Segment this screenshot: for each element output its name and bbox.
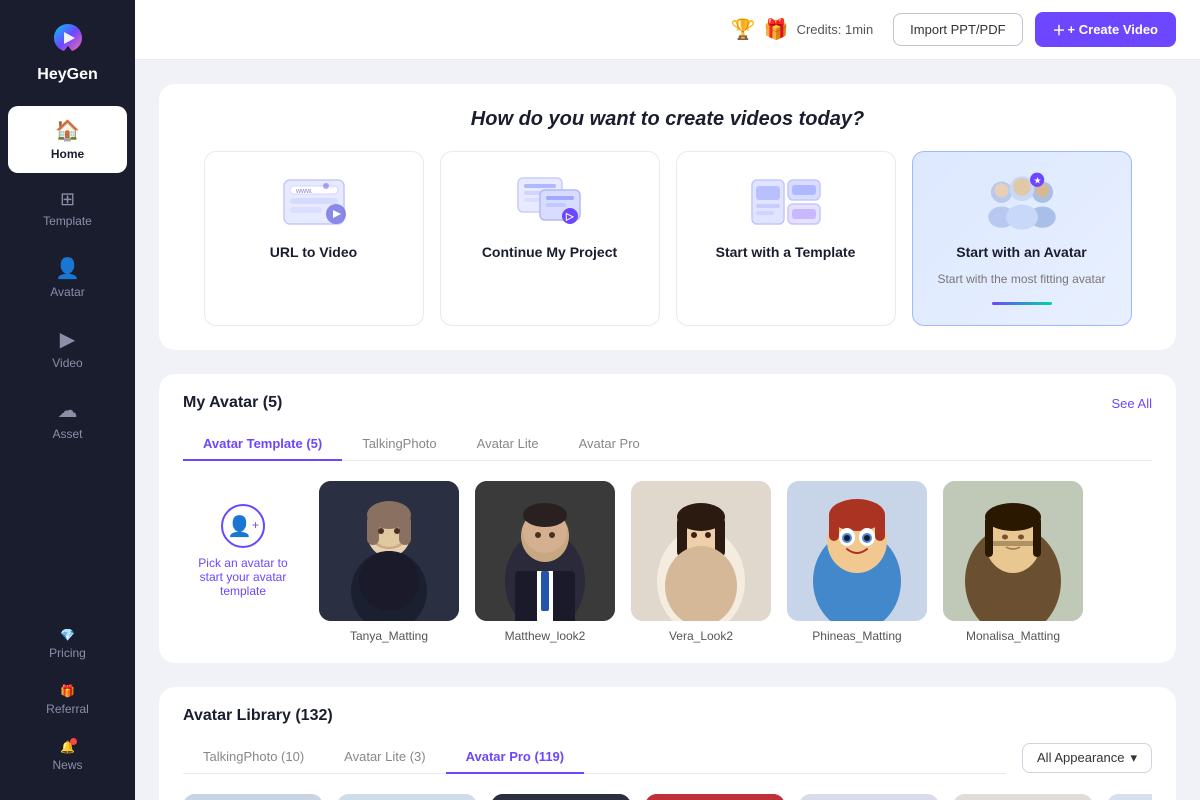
sidebar-item-avatar[interactable]: 👤 Avatar <box>8 244 127 311</box>
main-content: 🏆 🎁 Credits: 1min Import PPT/PDF ＋ + Cre… <box>135 0 1200 800</box>
avatar-phineas[interactable]: Phineas_Matting <box>787 481 927 643</box>
library-tabs-row: TalkingPhoto (10) Avatar Lite (3) Avatar… <box>183 741 1152 774</box>
sidebar-logo: HeyGen <box>37 16 97 84</box>
url-video-illustration: www. <box>274 172 354 232</box>
tab-avatar-pro[interactable]: Avatar Pro <box>559 428 660 461</box>
svg-text:www.: www. <box>295 188 313 195</box>
add-avatar-label: Pick an avatar to start your avatar temp… <box>191 556 295 598</box>
start-avatar-label: Start with an Avatar <box>956 244 1086 260</box>
my-avatar-header: My Avatar (5) See All <box>183 394 1152 412</box>
continue-project-option[interactable]: ▷ Continue My Project <box>440 151 660 326</box>
add-avatar-card[interactable]: 👤+ Pick an avatar to start your avatar t… <box>183 481 303 621</box>
avatar-library-header: Avatar Library (132) <box>183 707 1152 725</box>
avatar-tanya[interactable]: Tanya_Matting <box>319 481 459 643</box>
tab-avatar-template[interactable]: Avatar Template (5) <box>183 428 342 461</box>
gift-icon: 🎁 <box>764 17 789 42</box>
sidebar-item-video[interactable]: ▶ Video <box>8 315 127 382</box>
sidebar-item-referral[interactable]: 🎁 Referral <box>8 674 127 726</box>
trophy-icon: 🏆 <box>731 17 756 42</box>
avatar-monalisa-name: Monalisa_Matting <box>966 629 1060 643</box>
lib-avatar-2[interactable] <box>337 794 477 800</box>
continue-project-label: Continue My Project <box>482 244 617 260</box>
lib-tab-avatar-pro[interactable]: Avatar Pro (119) <box>446 741 585 774</box>
avatar-icon: 👤 <box>55 256 80 281</box>
lib-tab-talking-photo[interactable]: TalkingPhoto (10) <box>183 741 324 774</box>
content-area: How do you want to create videos today? … <box>135 60 1200 800</box>
credits-text: Credits: 1min <box>797 22 874 37</box>
avatar-library-section: Avatar Library (132) TalkingPhoto (10) A… <box>159 687 1176 800</box>
tab-talking-photo[interactable]: TalkingPhoto <box>342 428 456 461</box>
my-avatar-tabs: Avatar Template (5) TalkingPhoto Avatar … <box>183 428 1152 461</box>
sidebar-item-template[interactable]: ⊞ Template <box>8 177 127 240</box>
credits-area: 🏆 🎁 Credits: 1min <box>731 17 873 42</box>
lib-avatar-1[interactable] <box>183 794 323 800</box>
template-illustration <box>746 172 826 232</box>
news-icon: 🔔 <box>60 740 75 754</box>
video-icon: ▶ <box>60 327 75 352</box>
sidebar-item-home[interactable]: 🏠 Home <box>8 106 127 173</box>
library-avatar-grid <box>183 794 1152 800</box>
create-section: How do you want to create videos today? … <box>159 84 1176 350</box>
chevron-down-icon: ▾ <box>1130 750 1137 766</box>
home-icon: 🏠 <box>55 118 80 143</box>
create-section-title: How do you want to create videos today? <box>183 108 1152 131</box>
start-avatar-option[interactable]: ★ Start with an Avatar Start with the mo… <box>912 151 1132 326</box>
sidebar: HeyGen 🏠 Home ⊞ Template 👤 Avatar ▶ Vide… <box>0 0 135 800</box>
lib-avatar-4[interactable] <box>645 794 785 800</box>
avatar-phineas-name: Phineas_Matting <box>812 629 901 643</box>
lib-avatar-7[interactable] <box>1107 794 1152 800</box>
pricing-icon: 💎 <box>60 628 75 642</box>
lib-avatar-3[interactable] <box>491 794 631 800</box>
plus-icon: ＋ <box>1053 20 1066 39</box>
tab-avatar-lite[interactable]: Avatar Lite <box>457 428 559 461</box>
svg-text:▷: ▷ <box>565 212 575 223</box>
start-template-option[interactable]: Start with a Template <box>676 151 896 326</box>
library-tabs: TalkingPhoto (10) Avatar Lite (3) Avatar… <box>183 741 1006 774</box>
lib-tab-avatar-lite[interactable]: Avatar Lite (3) <box>324 741 445 774</box>
heygen-logo-icon <box>46 16 90 60</box>
avatar-tanya-name: Tanya_Matting <box>350 629 428 643</box>
sidebar-nav: 🏠 Home ⊞ Template 👤 Avatar ▶ Video ☁ Ass… <box>0 104 135 616</box>
import-button[interactable]: Import PPT/PDF <box>893 13 1022 46</box>
avatar-matthew-name: Matthew_look2 <box>505 629 586 643</box>
brand-name: HeyGen <box>37 66 97 84</box>
see-all-avatars[interactable]: See All <box>1112 396 1152 411</box>
asset-icon: ☁ <box>58 398 78 423</box>
avatar-option-underline <box>992 302 1052 305</box>
avatar-library-title: Avatar Library (132) <box>183 707 333 725</box>
my-avatar-title: My Avatar (5) <box>183 394 282 412</box>
avatar-group-illustration: ★ <box>982 172 1062 232</box>
create-video-button[interactable]: ＋ + Create Video <box>1035 12 1176 47</box>
avatar-tanya-img <box>319 481 459 621</box>
appearance-dropdown[interactable]: All Appearance ▾ <box>1022 743 1152 773</box>
avatar-matthew-img <box>475 481 615 621</box>
lib-avatar-6[interactable] <box>953 794 1093 800</box>
add-avatar-icon: 👤+ <box>221 504 265 548</box>
avatar-phineas-img <box>787 481 927 621</box>
avatar-monalisa-img <box>943 481 1083 621</box>
sidebar-item-pricing[interactable]: 💎 Pricing <box>8 618 127 670</box>
avatar-monalisa[interactable]: Monalisa_Matting <box>943 481 1083 643</box>
my-avatar-grid: 👤+ Pick an avatar to start your avatar t… <box>183 481 1152 643</box>
start-avatar-sublabel: Start with the most fitting avatar <box>937 272 1105 286</box>
svg-text:★: ★ <box>1033 175 1041 185</box>
appearance-label: All Appearance <box>1037 750 1124 765</box>
url-video-label: URL to Video <box>270 244 357 260</box>
lib-avatar-5[interactable] <box>799 794 939 800</box>
referral-icon: 🎁 <box>60 684 75 698</box>
sidebar-bottom: 💎 Pricing 🎁 Referral 🔔 News <box>0 616 135 784</box>
header: 🏆 🎁 Credits: 1min Import PPT/PDF ＋ + Cre… <box>135 0 1200 60</box>
sidebar-item-news[interactable]: 🔔 News <box>8 730 127 782</box>
avatar-matthew[interactable]: Matthew_look2 <box>475 481 615 643</box>
avatar-vera-img <box>631 481 771 621</box>
sidebar-item-asset[interactable]: ☁ Asset <box>8 386 127 453</box>
url-to-video-option[interactable]: www. URL to Video <box>204 151 424 326</box>
continue-project-illustration: ▷ <box>510 172 590 232</box>
avatar-vera[interactable]: Vera_Look2 <box>631 481 771 643</box>
create-options: www. URL to Video <box>183 151 1152 326</box>
avatar-vera-name: Vera_Look2 <box>669 629 733 643</box>
template-icon: ⊞ <box>60 189 75 210</box>
my-avatar-section: My Avatar (5) See All Avatar Template (5… <box>159 374 1176 663</box>
start-template-label: Start with a Template <box>716 244 856 260</box>
